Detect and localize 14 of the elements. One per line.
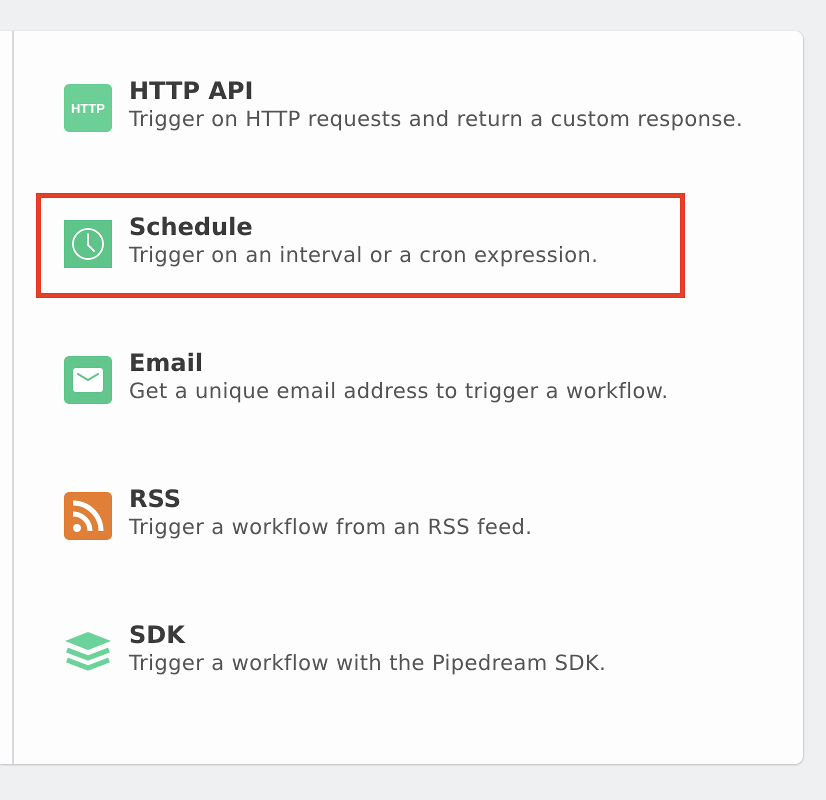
trigger-description: Trigger a workflow with the Pipedream SDK.: [129, 650, 606, 676]
trigger-title[interactable]: SDK: [129, 621, 185, 650]
http-logo: HTTP: [64, 84, 112, 132]
rss-icon: [64, 492, 112, 540]
trigger-description: Trigger on an interval or a cron expression.: [129, 242, 598, 268]
trigger-title[interactable]: RSS: [129, 485, 181, 514]
clock-icon: [64, 220, 112, 268]
envelope-icon: [64, 356, 112, 404]
trigger-description: Trigger on HTTP requests and return a custom response.: [129, 106, 744, 132]
trigger-description: Get a unique email address to trigger a workflow.: [129, 378, 668, 404]
trigger-title[interactable]: Schedule: [129, 213, 253, 242]
trigger-title[interactable]: Email: [129, 349, 204, 378]
trigger-title[interactable]: HTTP API: [129, 77, 254, 106]
trigger-description: Trigger a workflow from an RSS feed.: [129, 514, 532, 540]
